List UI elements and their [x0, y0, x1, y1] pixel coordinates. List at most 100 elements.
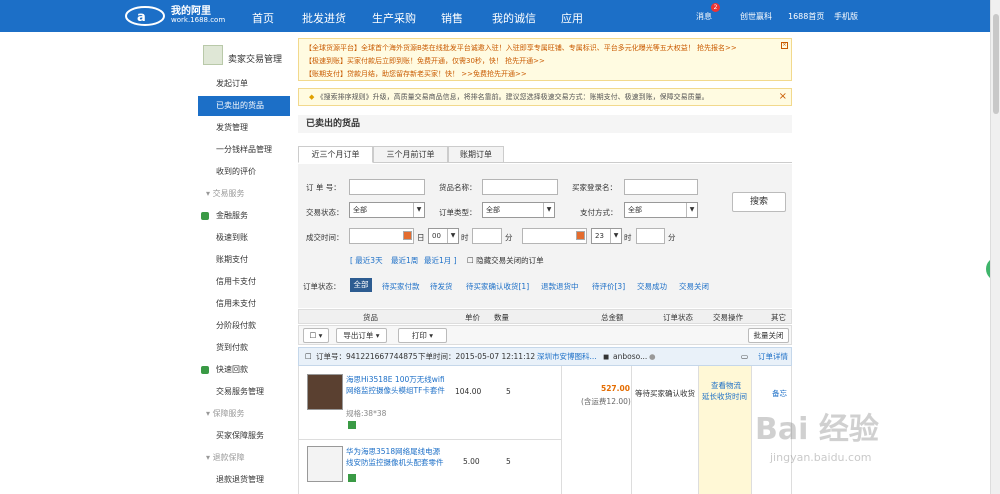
- quick-last-3-days[interactable]: [ 最近3天: [350, 255, 383, 266]
- view-logistics-link[interactable]: 查看物流: [711, 380, 741, 391]
- start-date-input[interactable]: [349, 228, 414, 244]
- buyer-nick[interactable]: anboso...: [613, 348, 647, 365]
- alibaba-logo[interactable]: a: [124, 5, 166, 27]
- deal-time-label: 成交时间：: [306, 233, 344, 242]
- select-all-checkbox[interactable]: ☐ ▾: [303, 328, 329, 343]
- export-orders-button[interactable]: 导出订单 ▾: [336, 328, 387, 343]
- notice-line[interactable]: 【全球货源平台】全球首个海外货源B类在线批发平台诚邀入驻！入驻即享专属旺铺、专属…: [305, 42, 785, 55]
- order-type-select[interactable]: 全部 ▼: [482, 202, 555, 218]
- tab-term-orders[interactable]: 账期订单: [448, 146, 504, 163]
- sidebar-item-reviews[interactable]: 收到的评价: [198, 162, 290, 182]
- sidebar-group-label: 交易服务: [212, 189, 245, 198]
- sidebar-group-protection[interactable]: ▾ 保障服务: [198, 404, 290, 424]
- sidebar-group-trade-services[interactable]: ▾ 交易服务: [198, 184, 290, 204]
- trade-status-select[interactable]: 全部 ▼: [349, 202, 425, 218]
- status-await-payment[interactable]: 待买家付款: [382, 281, 420, 292]
- order-detail-link[interactable]: 订单详情: [758, 348, 788, 365]
- sidebar-item-shipping[interactable]: 发货管理: [198, 118, 290, 138]
- order-items: 海思Hi3518E 100万无线wifi网络监控摄像头模组TF卡套件 规格:38…: [298, 366, 792, 494]
- batch-close-button[interactable]: 批量关闭: [748, 328, 789, 343]
- sidebar-item-term-pay[interactable]: 账期支付: [198, 250, 290, 270]
- sidebar-group-refund[interactable]: ▾ 退款保障: [198, 448, 290, 468]
- select-value: 23: [595, 232, 604, 240]
- print-button[interactable]: 打印 ▾: [398, 328, 447, 343]
- sidebar-item-credit-card[interactable]: 信用卡支付: [198, 272, 290, 292]
- nav-credit[interactable]: 我的诚信: [492, 10, 536, 26]
- product-name[interactable]: 海思Hi3518E 100万无线wifi网络监控摄像头模组TF卡套件: [346, 374, 446, 396]
- order-status: 等待买家确认收货: [635, 389, 695, 398]
- nav-mobile[interactable]: 手机版: [834, 11, 858, 22]
- sidebar-item-cod[interactable]: 货到付款: [198, 338, 290, 358]
- status-success[interactable]: 交易成功: [637, 281, 667, 292]
- memo-link[interactable]: 备忘: [772, 388, 787, 399]
- tab-last-3-months[interactable]: 近三个月订单: [298, 146, 373, 163]
- nav-wholesale[interactable]: 批发进货: [302, 10, 346, 26]
- hide-closed-label: 隐藏交易关闭的订单: [476, 256, 544, 265]
- nav-bank[interactable]: 创世赢科: [740, 11, 772, 22]
- nav-purchase[interactable]: 生产采购: [372, 10, 416, 26]
- item-qty: 5: [506, 387, 511, 396]
- calendar-icon[interactable]: [403, 231, 412, 240]
- end-hour-select[interactable]: 23 ▼: [591, 228, 622, 244]
- sidebar-item-label: 快速回款: [216, 365, 248, 374]
- buyer-login-input[interactable]: [624, 179, 698, 195]
- nav-apps[interactable]: 应用: [561, 10, 583, 26]
- scrollbar-thumb[interactable]: [993, 14, 999, 114]
- minute-label: 分: [505, 233, 513, 242]
- sidebar-item-sold-goods[interactable]: 已卖出的货品: [198, 96, 290, 116]
- status-refund[interactable]: 退款退货中: [541, 281, 579, 292]
- wangwang-icon[interactable]: ◼: [603, 348, 609, 365]
- start-minute-input[interactable]: [472, 228, 502, 244]
- sidebar-item-buyer-protection[interactable]: 买家保障服务: [198, 426, 290, 446]
- nav-sales[interactable]: 销售: [441, 10, 463, 26]
- product-image[interactable]: [307, 446, 343, 482]
- brand-subtitle: work.1688.com: [171, 16, 226, 24]
- avatar: [203, 45, 223, 65]
- rule-notice-text[interactable]: 《搜索排序规则》升级，高质量交易商品信息，将排名靠前。建议您选择极速交易方式：账…: [317, 93, 709, 101]
- quick-last-week[interactable]: 最近1周: [391, 255, 418, 266]
- col-qty: 数量: [494, 313, 509, 322]
- nav-messages[interactable]: 消息: [696, 11, 712, 22]
- watermark-url: jingyan.baidu.com: [770, 451, 872, 464]
- page-scrollbar[interactable]: [990, 0, 1000, 494]
- tab-older-than-3-months[interactable]: 三个月前订单: [373, 146, 448, 163]
- status-await-review[interactable]: 待评价[3]: [592, 281, 625, 292]
- buyer-company[interactable]: 深圳市安博图科...: [537, 348, 597, 365]
- status-closed[interactable]: 交易关闭: [679, 281, 709, 292]
- close-icon[interactable]: ×: [781, 42, 788, 49]
- status-await-shipping[interactable]: 待发货: [430, 281, 453, 292]
- extend-receipt-link[interactable]: 延长收货时间: [702, 391, 747, 402]
- sidebar-item-installment[interactable]: 分阶段付款: [198, 316, 290, 336]
- product-image[interactable]: [307, 374, 343, 410]
- nav-1688-home[interactable]: 1688首页: [788, 11, 824, 22]
- notice-line[interactable]: 【账期支付】贷款月结，助您留存新老买家！快！ >>免费抢先开通>>: [305, 68, 785, 81]
- sidebar-item-quick-payback[interactable]: 快速回款: [198, 360, 290, 380]
- end-minute-input[interactable]: [636, 228, 665, 244]
- quick-last-month[interactable]: 最近1月 ]: [424, 255, 457, 266]
- start-hour-select[interactable]: 00 ▼: [428, 228, 459, 244]
- sidebar-item-credit-unpaid[interactable]: 信用未支付: [198, 294, 290, 314]
- order-checkbox[interactable]: ☐: [305, 348, 312, 365]
- product-name-input[interactable]: [482, 179, 558, 195]
- calendar-icon[interactable]: [576, 231, 585, 240]
- search-button[interactable]: 搜索: [732, 192, 786, 212]
- order-total: 527.00: [601, 384, 630, 393]
- hide-closed-checkbox[interactable]: ☐ 隐藏交易关闭的订单: [467, 255, 544, 266]
- close-icon[interactable]: ×: [779, 89, 787, 105]
- sidebar-item-samples[interactable]: 一分钱样品管理: [198, 140, 290, 160]
- nav-home[interactable]: 首页: [252, 10, 274, 26]
- status-await-receipt[interactable]: 待买家确认收货[1]: [466, 281, 529, 292]
- chat-icon[interactable]: ●: [649, 348, 656, 365]
- status-all[interactable]: 全部: [350, 278, 372, 292]
- pay-method-select[interactable]: 全部 ▼: [624, 202, 698, 218]
- end-date-input[interactable]: [522, 228, 587, 244]
- sidebar-item-refund-mgmt[interactable]: 退款退货管理: [198, 470, 290, 490]
- order-no-input[interactable]: [349, 179, 425, 195]
- sidebar-item-finance[interactable]: 金融服务: [198, 206, 290, 226]
- day-label: 日: [417, 233, 425, 242]
- sidebar-item-fast-arrival[interactable]: 极速到账: [198, 228, 290, 248]
- notice-line[interactable]: 【极速到账】买家付款后立即到账！免费开通，仅需30秒，快！ 抢先开通>>: [305, 55, 785, 68]
- sidebar-item-create-order[interactable]: 发起订单: [198, 74, 290, 94]
- product-name[interactable]: 华为海思3518网络尾线电源线安防监控摄像机头配套零件: [346, 446, 446, 468]
- sidebar-item-trade-service-mgmt[interactable]: 交易服务管理: [198, 382, 290, 402]
